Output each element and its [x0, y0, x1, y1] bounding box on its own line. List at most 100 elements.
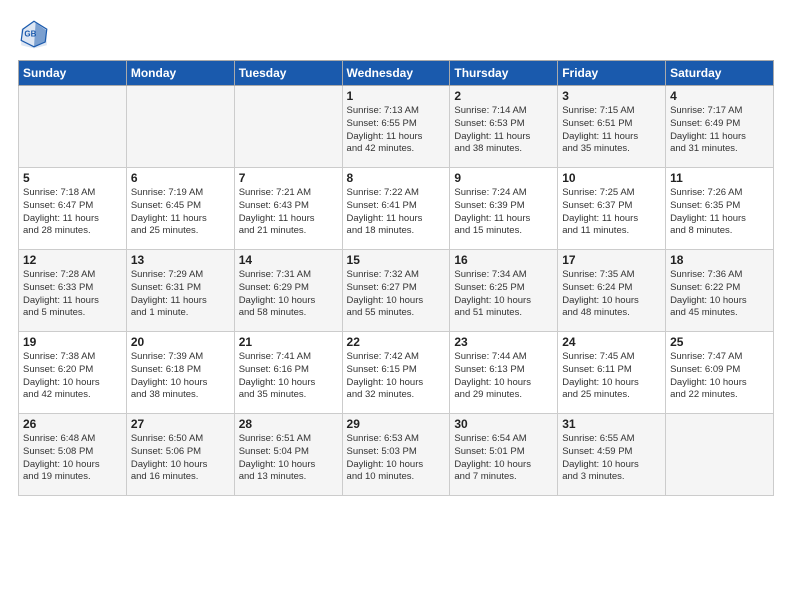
- calendar-cell: 22 Sunrise: 7:42 AM Sunset: 6:15 PM Dayli…: [342, 332, 450, 414]
- day-number: 9: [454, 171, 553, 185]
- day-number: 1: [347, 89, 446, 103]
- weekday-header-monday: Monday: [126, 61, 234, 86]
- cell-details: Sunrise: 7:45 AM Sunset: 6:11 PM Dayligh…: [562, 351, 661, 402]
- day-number: 27: [131, 417, 230, 431]
- cell-details: Sunrise: 6:55 AM Sunset: 4:59 PM Dayligh…: [562, 433, 661, 484]
- day-number: 4: [670, 89, 769, 103]
- calendar-week-row: 19 Sunrise: 7:38 AM Sunset: 6:20 PM Dayli…: [19, 332, 774, 414]
- cell-details: Sunrise: 7:36 AM Sunset: 6:22 PM Dayligh…: [670, 269, 769, 320]
- day-number: 28: [239, 417, 338, 431]
- calendar-cell: 8 Sunrise: 7:22 AM Sunset: 6:41 PM Daylig…: [342, 168, 450, 250]
- calendar-cell: 14 Sunrise: 7:31 AM Sunset: 6:29 PM Dayli…: [234, 250, 342, 332]
- calendar-cell: [234, 86, 342, 168]
- day-number: 8: [347, 171, 446, 185]
- cell-details: Sunrise: 7:21 AM Sunset: 6:43 PM Dayligh…: [239, 187, 338, 238]
- calendar-cell: 1 Sunrise: 7:13 AM Sunset: 6:55 PM Daylig…: [342, 86, 450, 168]
- calendar-table: SundayMondayTuesdayWednesdayThursdayFrid…: [18, 60, 774, 496]
- calendar-cell: 5 Sunrise: 7:18 AM Sunset: 6:47 PM Daylig…: [19, 168, 127, 250]
- weekday-header-friday: Friday: [558, 61, 666, 86]
- cell-details: Sunrise: 7:19 AM Sunset: 6:45 PM Dayligh…: [131, 187, 230, 238]
- day-number: 6: [131, 171, 230, 185]
- calendar-cell: 19 Sunrise: 7:38 AM Sunset: 6:20 PM Dayli…: [19, 332, 127, 414]
- cell-details: Sunrise: 7:18 AM Sunset: 6:47 PM Dayligh…: [23, 187, 122, 238]
- calendar-cell: 26 Sunrise: 6:48 AM Sunset: 5:08 PM Dayli…: [19, 414, 127, 496]
- cell-details: Sunrise: 7:32 AM Sunset: 6:27 PM Dayligh…: [347, 269, 446, 320]
- day-number: 11: [670, 171, 769, 185]
- day-number: 12: [23, 253, 122, 267]
- cell-details: Sunrise: 7:15 AM Sunset: 6:51 PM Dayligh…: [562, 105, 661, 156]
- day-number: 15: [347, 253, 446, 267]
- cell-details: Sunrise: 7:38 AM Sunset: 6:20 PM Dayligh…: [23, 351, 122, 402]
- day-number: 30: [454, 417, 553, 431]
- calendar-cell: 29 Sunrise: 6:53 AM Sunset: 5:03 PM Dayli…: [342, 414, 450, 496]
- cell-details: Sunrise: 7:34 AM Sunset: 6:25 PM Dayligh…: [454, 269, 553, 320]
- calendar-cell: 16Sunrise: 7:34 AM Sunset: 6:25 PM Dayli…: [450, 250, 558, 332]
- cell-details: Sunrise: 7:42 AM Sunset: 6:15 PM Dayligh…: [347, 351, 446, 402]
- calendar-cell: 28Sunrise: 6:51 AM Sunset: 5:04 PM Dayli…: [234, 414, 342, 496]
- cell-details: Sunrise: 6:48 AM Sunset: 5:08 PM Dayligh…: [23, 433, 122, 484]
- calendar-cell: [126, 86, 234, 168]
- day-number: 7: [239, 171, 338, 185]
- calendar-cell: [19, 86, 127, 168]
- day-number: 26: [23, 417, 122, 431]
- day-number: 31: [562, 417, 661, 431]
- calendar-cell: 18Sunrise: 7:36 AM Sunset: 6:22 PM Dayli…: [666, 250, 774, 332]
- calendar-cell: 27 Sunrise: 6:50 AM Sunset: 5:06 PM Dayli…: [126, 414, 234, 496]
- cell-details: Sunrise: 6:54 AM Sunset: 5:01 PM Dayligh…: [454, 433, 553, 484]
- day-number: 24: [562, 335, 661, 349]
- cell-details: Sunrise: 6:53 AM Sunset: 5:03 PM Dayligh…: [347, 433, 446, 484]
- cell-details: Sunrise: 7:24 AM Sunset: 6:39 PM Dayligh…: [454, 187, 553, 238]
- cell-details: Sunrise: 7:14 AM Sunset: 6:53 PM Dayligh…: [454, 105, 553, 156]
- calendar-cell: 13Sunrise: 7:29 AM Sunset: 6:31 PM Dayli…: [126, 250, 234, 332]
- cell-details: Sunrise: 7:28 AM Sunset: 6:33 PM Dayligh…: [23, 269, 122, 320]
- day-number: 2: [454, 89, 553, 103]
- logo: GB: [18, 18, 54, 50]
- cell-details: Sunrise: 7:26 AM Sunset: 6:35 PM Dayligh…: [670, 187, 769, 238]
- calendar-cell: 17Sunrise: 7:35 AM Sunset: 6:24 PM Dayli…: [558, 250, 666, 332]
- weekday-header-saturday: Saturday: [666, 61, 774, 86]
- day-number: 21: [239, 335, 338, 349]
- weekday-header-sunday: Sunday: [19, 61, 127, 86]
- page: GB SundayMondayTuesdayWednesdayThursdayF…: [0, 0, 792, 612]
- calendar-cell: 7 Sunrise: 7:21 AM Sunset: 6:43 PM Daylig…: [234, 168, 342, 250]
- calendar-week-row: 26 Sunrise: 6:48 AM Sunset: 5:08 PM Dayli…: [19, 414, 774, 496]
- calendar-cell: 10 Sunrise: 7:25 AM Sunset: 6:37 PM Dayli…: [558, 168, 666, 250]
- day-number: 14: [239, 253, 338, 267]
- calendar-cell: [666, 414, 774, 496]
- calendar-header-row: SundayMondayTuesdayWednesdayThursdayFrid…: [19, 61, 774, 86]
- cell-details: Sunrise: 7:31 AM Sunset: 6:29 PM Dayligh…: [239, 269, 338, 320]
- day-number: 29: [347, 417, 446, 431]
- calendar-cell: 6 Sunrise: 7:19 AM Sunset: 6:45 PM Daylig…: [126, 168, 234, 250]
- cell-details: Sunrise: 6:50 AM Sunset: 5:06 PM Dayligh…: [131, 433, 230, 484]
- calendar-cell: 2 Sunrise: 7:14 AM Sunset: 6:53 PM Daylig…: [450, 86, 558, 168]
- calendar-cell: 11 Sunrise: 7:26 AM Sunset: 6:35 PM Dayli…: [666, 168, 774, 250]
- day-number: 23: [454, 335, 553, 349]
- calendar-week-row: 12 Sunrise: 7:28 AM Sunset: 6:33 PM Dayli…: [19, 250, 774, 332]
- cell-details: Sunrise: 7:29 AM Sunset: 6:31 PM Dayligh…: [131, 269, 230, 320]
- cell-details: Sunrise: 7:35 AM Sunset: 6:24 PM Dayligh…: [562, 269, 661, 320]
- cell-details: Sunrise: 7:39 AM Sunset: 6:18 PM Dayligh…: [131, 351, 230, 402]
- calendar-cell: 9 Sunrise: 7:24 AM Sunset: 6:39 PM Daylig…: [450, 168, 558, 250]
- calendar-cell: 23Sunrise: 7:44 AM Sunset: 6:13 PM Dayli…: [450, 332, 558, 414]
- day-number: 5: [23, 171, 122, 185]
- calendar-body: 1 Sunrise: 7:13 AM Sunset: 6:55 PM Daylig…: [19, 86, 774, 496]
- day-number: 22: [347, 335, 446, 349]
- calendar-cell: 24 Sunrise: 7:45 AM Sunset: 6:11 PM Dayli…: [558, 332, 666, 414]
- day-number: 10: [562, 171, 661, 185]
- weekday-header-wednesday: Wednesday: [342, 61, 450, 86]
- calendar-cell: 21 Sunrise: 7:41 AM Sunset: 6:16 PM Dayli…: [234, 332, 342, 414]
- logo-icon: GB: [18, 18, 50, 50]
- cell-details: Sunrise: 7:22 AM Sunset: 6:41 PM Dayligh…: [347, 187, 446, 238]
- day-number: 25: [670, 335, 769, 349]
- cell-details: Sunrise: 7:13 AM Sunset: 6:55 PM Dayligh…: [347, 105, 446, 156]
- cell-details: Sunrise: 7:17 AM Sunset: 6:49 PM Dayligh…: [670, 105, 769, 156]
- calendar-week-row: 1 Sunrise: 7:13 AM Sunset: 6:55 PM Daylig…: [19, 86, 774, 168]
- cell-details: Sunrise: 7:25 AM Sunset: 6:37 PM Dayligh…: [562, 187, 661, 238]
- day-number: 3: [562, 89, 661, 103]
- day-number: 19: [23, 335, 122, 349]
- weekday-header-tuesday: Tuesday: [234, 61, 342, 86]
- calendar-cell: 31 Sunrise: 6:55 AM Sunset: 4:59 PM Dayli…: [558, 414, 666, 496]
- cell-details: Sunrise: 7:41 AM Sunset: 6:16 PM Dayligh…: [239, 351, 338, 402]
- svg-text:GB: GB: [24, 29, 36, 38]
- header: GB: [18, 18, 774, 50]
